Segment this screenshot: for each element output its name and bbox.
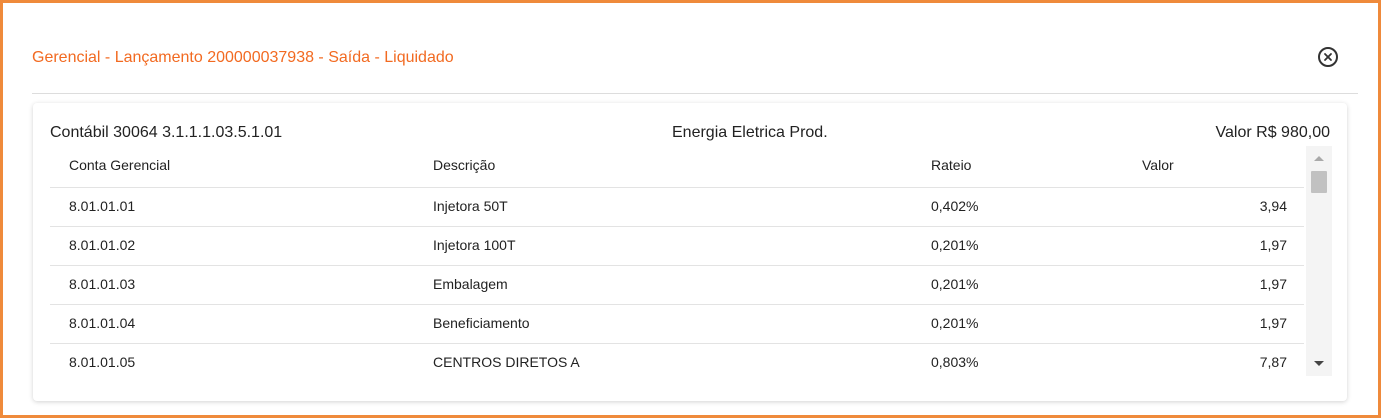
table-row[interactable]: 8.01.01.02 Injetora 100T 0,201% 1,97	[50, 227, 1304, 266]
cell-descricao: CENTROS DIRETOS A	[433, 354, 580, 370]
table-body: 8.01.01.01 Injetora 50T 0,402% 3,94 8.01…	[50, 188, 1304, 376]
cell-rateio: 0,402%	[931, 198, 979, 214]
accounting-account: Contábil 30064 3.1.1.1.03.5.1.01	[50, 124, 283, 141]
cell-conta: 8.01.01.03	[69, 276, 136, 292]
cell-rateio: 0,201%	[931, 276, 979, 292]
cell-rateio: 0,803%	[931, 354, 979, 370]
modal-header: Gerencial - Lançamento 200000037938 - Sa…	[32, 41, 1358, 94]
cell-conta: 8.01.01.04	[69, 315, 136, 331]
account-description: Energia Eletrica Prod.	[672, 124, 828, 141]
cell-valor: 3,94	[1259, 198, 1287, 214]
modal-frame: Gerencial - Lançamento 200000037938 - Sa…	[0, 0, 1381, 418]
column-header-conta-gerencial[interactable]: Conta Gerencial	[69, 157, 170, 173]
total-value: Valor R$ 980,00	[1215, 124, 1330, 141]
close-circle-icon	[1324, 53, 1332, 61]
cell-conta: 8.01.01.02	[69, 237, 136, 253]
modal-title: Gerencial - Lançamento 200000037938 - Sa…	[32, 49, 454, 66]
cell-descricao: Injetora 100T	[433, 237, 516, 253]
table-header: Conta Gerencial Descrição Rateio Valor	[50, 146, 1304, 188]
cell-rateio: 0,201%	[931, 315, 979, 331]
table-row[interactable]: 8.01.01.04 Beneficiamento 0,201% 1,97	[50, 305, 1304, 344]
cell-rateio: 0,201%	[931, 237, 979, 253]
scroll-up-arrow-icon[interactable]	[1314, 156, 1324, 161]
cell-valor: 1,97	[1259, 237, 1287, 253]
cell-conta: 8.01.01.01	[69, 198, 136, 214]
allocation-table: Conta Gerencial Descrição Rateio Valor 8…	[50, 146, 1332, 376]
scroll-down-arrow-icon[interactable]	[1314, 361, 1324, 366]
table-row[interactable]: 8.01.01.01 Injetora 50T 0,402% 3,94	[50, 188, 1304, 227]
scrollbar-thumb[interactable]	[1311, 171, 1327, 193]
cell-conta: 8.01.01.05	[69, 354, 136, 370]
column-header-descricao[interactable]: Descrição	[433, 157, 495, 173]
table-scrollbar[interactable]	[1306, 146, 1332, 376]
cell-descricao: Embalagem	[433, 276, 508, 292]
table-row[interactable]: 8.01.01.05 CENTROS DIRETOS A 0,803% 7,87	[50, 344, 1304, 376]
cell-valor: 1,97	[1259, 315, 1287, 331]
close-button[interactable]	[1318, 47, 1338, 67]
table-row[interactable]: 8.01.01.03 Embalagem 0,201% 1,97	[50, 266, 1304, 305]
cell-descricao: Injetora 50T	[433, 198, 508, 214]
column-header-valor[interactable]: Valor	[1142, 157, 1174, 173]
launch-summary: Contábil 30064 3.1.1.1.03.5.1.01 Energia…	[50, 124, 1330, 144]
cell-descricao: Beneficiamento	[433, 315, 530, 331]
column-header-rateio[interactable]: Rateio	[931, 157, 971, 173]
cell-valor: 1,97	[1259, 276, 1287, 292]
cell-valor: 7,87	[1259, 354, 1287, 370]
launch-card: Contábil 30064 3.1.1.1.03.5.1.01 Energia…	[33, 103, 1347, 401]
